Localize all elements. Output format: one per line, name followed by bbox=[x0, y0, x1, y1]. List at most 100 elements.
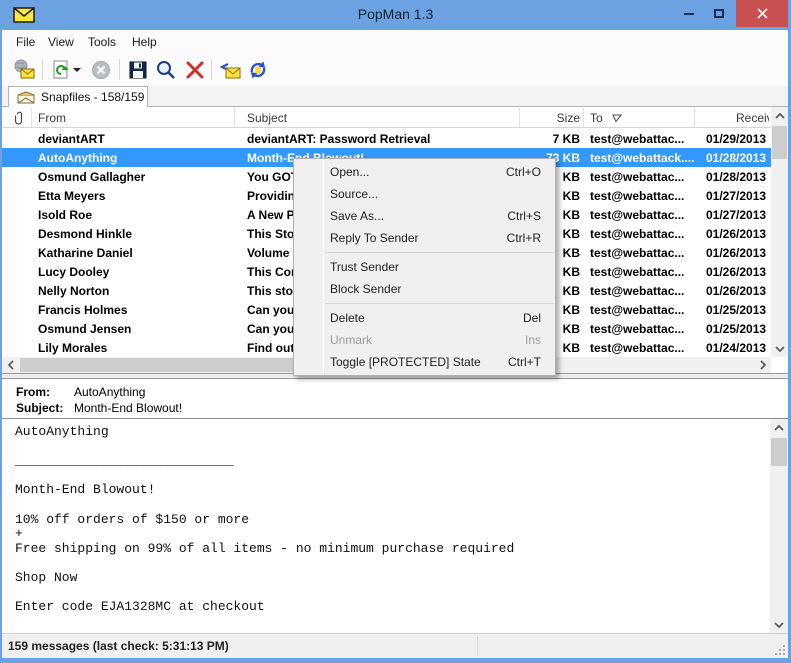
save-icon bbox=[129, 61, 147, 79]
refresh-dropdown-button[interactable] bbox=[70, 57, 84, 83]
cell-from: Lily Morales bbox=[38, 341, 108, 355]
from-label: From: bbox=[16, 385, 50, 399]
maximize-button[interactable] bbox=[704, 0, 734, 27]
menu-item-trust-sender[interactable]: Trust Sender bbox=[294, 256, 555, 278]
stop-icon bbox=[92, 61, 110, 79]
cell-from: Isold Roe bbox=[38, 208, 93, 222]
sort-arrow-icon bbox=[612, 114, 623, 123]
cell-received: 01/27/2013 bbox=[706, 189, 767, 203]
paperclip-icon bbox=[15, 111, 23, 125]
statusbar: 159 messages (last check: 5:31:13 PM) bbox=[2, 633, 788, 658]
column-header-to[interactable]: To bbox=[590, 111, 603, 125]
menu-view[interactable]: View bbox=[44, 34, 78, 50]
cell-to: test@webattack.... bbox=[590, 151, 695, 165]
check-mail-button[interactable] bbox=[11, 57, 37, 83]
cell-from: Desmond Hinkle bbox=[38, 227, 133, 241]
chevron-down-icon bbox=[774, 621, 784, 628]
cell-received: 01/26/2013 bbox=[706, 246, 767, 260]
column-header-subject[interactable]: Subject bbox=[247, 111, 287, 125]
preview-body[interactable]: S SnapFiles AutoAnything _______________… bbox=[2, 419, 788, 633]
cell-to: test@webattac... bbox=[590, 227, 685, 241]
subject-value: Month-End Blowout! bbox=[74, 401, 183, 415]
window-border bbox=[0, 658, 791, 663]
menu-item-shortcut: Ins bbox=[524, 333, 541, 347]
context-menu: Open... Ctrl+O Source... Save As... Ctrl… bbox=[293, 158, 556, 376]
scroll-down-button[interactable] bbox=[771, 340, 788, 357]
cell-to: test@webattac... bbox=[590, 208, 685, 222]
window-title: PopMan 1.3 bbox=[357, 6, 434, 22]
menu-item-label: Delete bbox=[330, 311, 365, 325]
find-icon bbox=[157, 61, 175, 79]
cell-received: 01/25/2013 bbox=[706, 303, 767, 317]
menu-item-shortcut: Ctrl+R bbox=[506, 231, 541, 245]
from-value: AutoAnything bbox=[74, 385, 146, 399]
delete-button[interactable] bbox=[182, 57, 208, 83]
menu-separator bbox=[325, 252, 554, 253]
cell-received: 01/25/2013 bbox=[706, 322, 767, 336]
cell-to: test@webattac... bbox=[590, 322, 685, 336]
menu-item-save-as[interactable]: Save As... Ctrl+S bbox=[294, 205, 555, 227]
refresh-dropdown-icon bbox=[73, 68, 81, 72]
column-divider bbox=[583, 108, 584, 127]
chevron-right-icon bbox=[759, 360, 766, 370]
menu-tools[interactable]: Tools bbox=[84, 34, 120, 50]
menu-item-delete[interactable]: Delete Del bbox=[294, 307, 555, 329]
menu-item-toggle-protected-state[interactable]: Toggle [PROTECTED] State Ctrl+T bbox=[294, 351, 555, 373]
column-header-received[interactable]: Received bbox=[736, 111, 769, 125]
cell-from: deviantART bbox=[38, 132, 105, 146]
tab-snapfiles[interactable]: Snapfiles - 158/159 bbox=[8, 86, 148, 107]
open-envelope-icon bbox=[17, 90, 35, 103]
cell-to: test@webattac... bbox=[590, 189, 685, 203]
cell-received: 01/26/2013 bbox=[706, 284, 767, 298]
menu-item-shortcut: Ctrl+T bbox=[508, 355, 541, 369]
send-mail-button[interactable] bbox=[217, 57, 243, 83]
preview-vertical-scrollbar[interactable] bbox=[770, 419, 788, 633]
column-header-from[interactable]: From bbox=[38, 111, 66, 125]
chevron-down-icon bbox=[774, 345, 785, 352]
statusbar-divider bbox=[477, 636, 478, 656]
save-button[interactable] bbox=[125, 57, 151, 83]
scrollbar-thumb[interactable] bbox=[772, 126, 787, 159]
cell-to: test@webattac... bbox=[590, 132, 685, 146]
list-vertical-scrollbar[interactable] bbox=[771, 107, 788, 357]
maximize-icon bbox=[714, 9, 724, 18]
titlebar: PopMan 1.3 bbox=[0, 0, 791, 30]
popman-window: PopMan 1.3 File View Tools Help Snapfile… bbox=[0, 0, 791, 663]
minimize-button[interactable] bbox=[674, 0, 704, 27]
menu-item-source[interactable]: Source... bbox=[294, 183, 555, 205]
menu-item-label: Save As... bbox=[330, 209, 385, 223]
menu-help[interactable]: Help bbox=[128, 34, 161, 50]
scrollbar-thumb[interactable] bbox=[771, 438, 787, 466]
cell-to: test@webattac... bbox=[590, 246, 685, 260]
scroll-up-button[interactable] bbox=[770, 419, 788, 436]
column-divider bbox=[31, 108, 32, 127]
preview-header: From: AutoAnything Subject: Month-End Bl… bbox=[2, 379, 788, 419]
sync-button[interactable] bbox=[245, 57, 271, 83]
find-button[interactable] bbox=[153, 57, 179, 83]
mail-row[interactable]: deviantART deviantART: Password Retrieva… bbox=[2, 129, 771, 148]
column-header-size[interactable]: Size bbox=[500, 111, 580, 125]
send-mail-icon bbox=[219, 63, 241, 79]
menu-separator bbox=[325, 303, 554, 304]
resize-grip[interactable] bbox=[773, 643, 785, 655]
chevron-left-icon bbox=[7, 360, 14, 370]
cell-from: Etta Meyers bbox=[38, 189, 106, 203]
cell-to: test@webattac... bbox=[590, 341, 685, 355]
stop-button[interactable] bbox=[88, 57, 114, 83]
menu-item-open[interactable]: Open... Ctrl+O bbox=[294, 161, 555, 183]
menu-item-reply-to-sender[interactable]: Reply To Sender Ctrl+R bbox=[294, 227, 555, 249]
scroll-right-button[interactable] bbox=[754, 357, 771, 373]
scroll-left-button[interactable] bbox=[2, 357, 19, 373]
close-button[interactable] bbox=[736, 0, 788, 27]
menu-item-block-sender[interactable]: Block Sender bbox=[294, 278, 555, 300]
cell-subject: deviantART: Password Retrieval bbox=[247, 132, 431, 146]
delete-icon bbox=[186, 61, 204, 79]
menu-item-unmark: Unmark Ins bbox=[294, 329, 555, 351]
status-text: 159 messages (last check: 5:31:13 PM) bbox=[8, 639, 229, 653]
cell-size: 7 KB bbox=[552, 132, 580, 146]
cell-to: test@webattac... bbox=[590, 284, 685, 298]
menu-file[interactable]: File bbox=[12, 34, 39, 50]
scroll-down-button[interactable] bbox=[770, 616, 788, 633]
scroll-up-button[interactable] bbox=[771, 107, 788, 124]
menu-item-shortcut: Ctrl+O bbox=[505, 165, 541, 179]
